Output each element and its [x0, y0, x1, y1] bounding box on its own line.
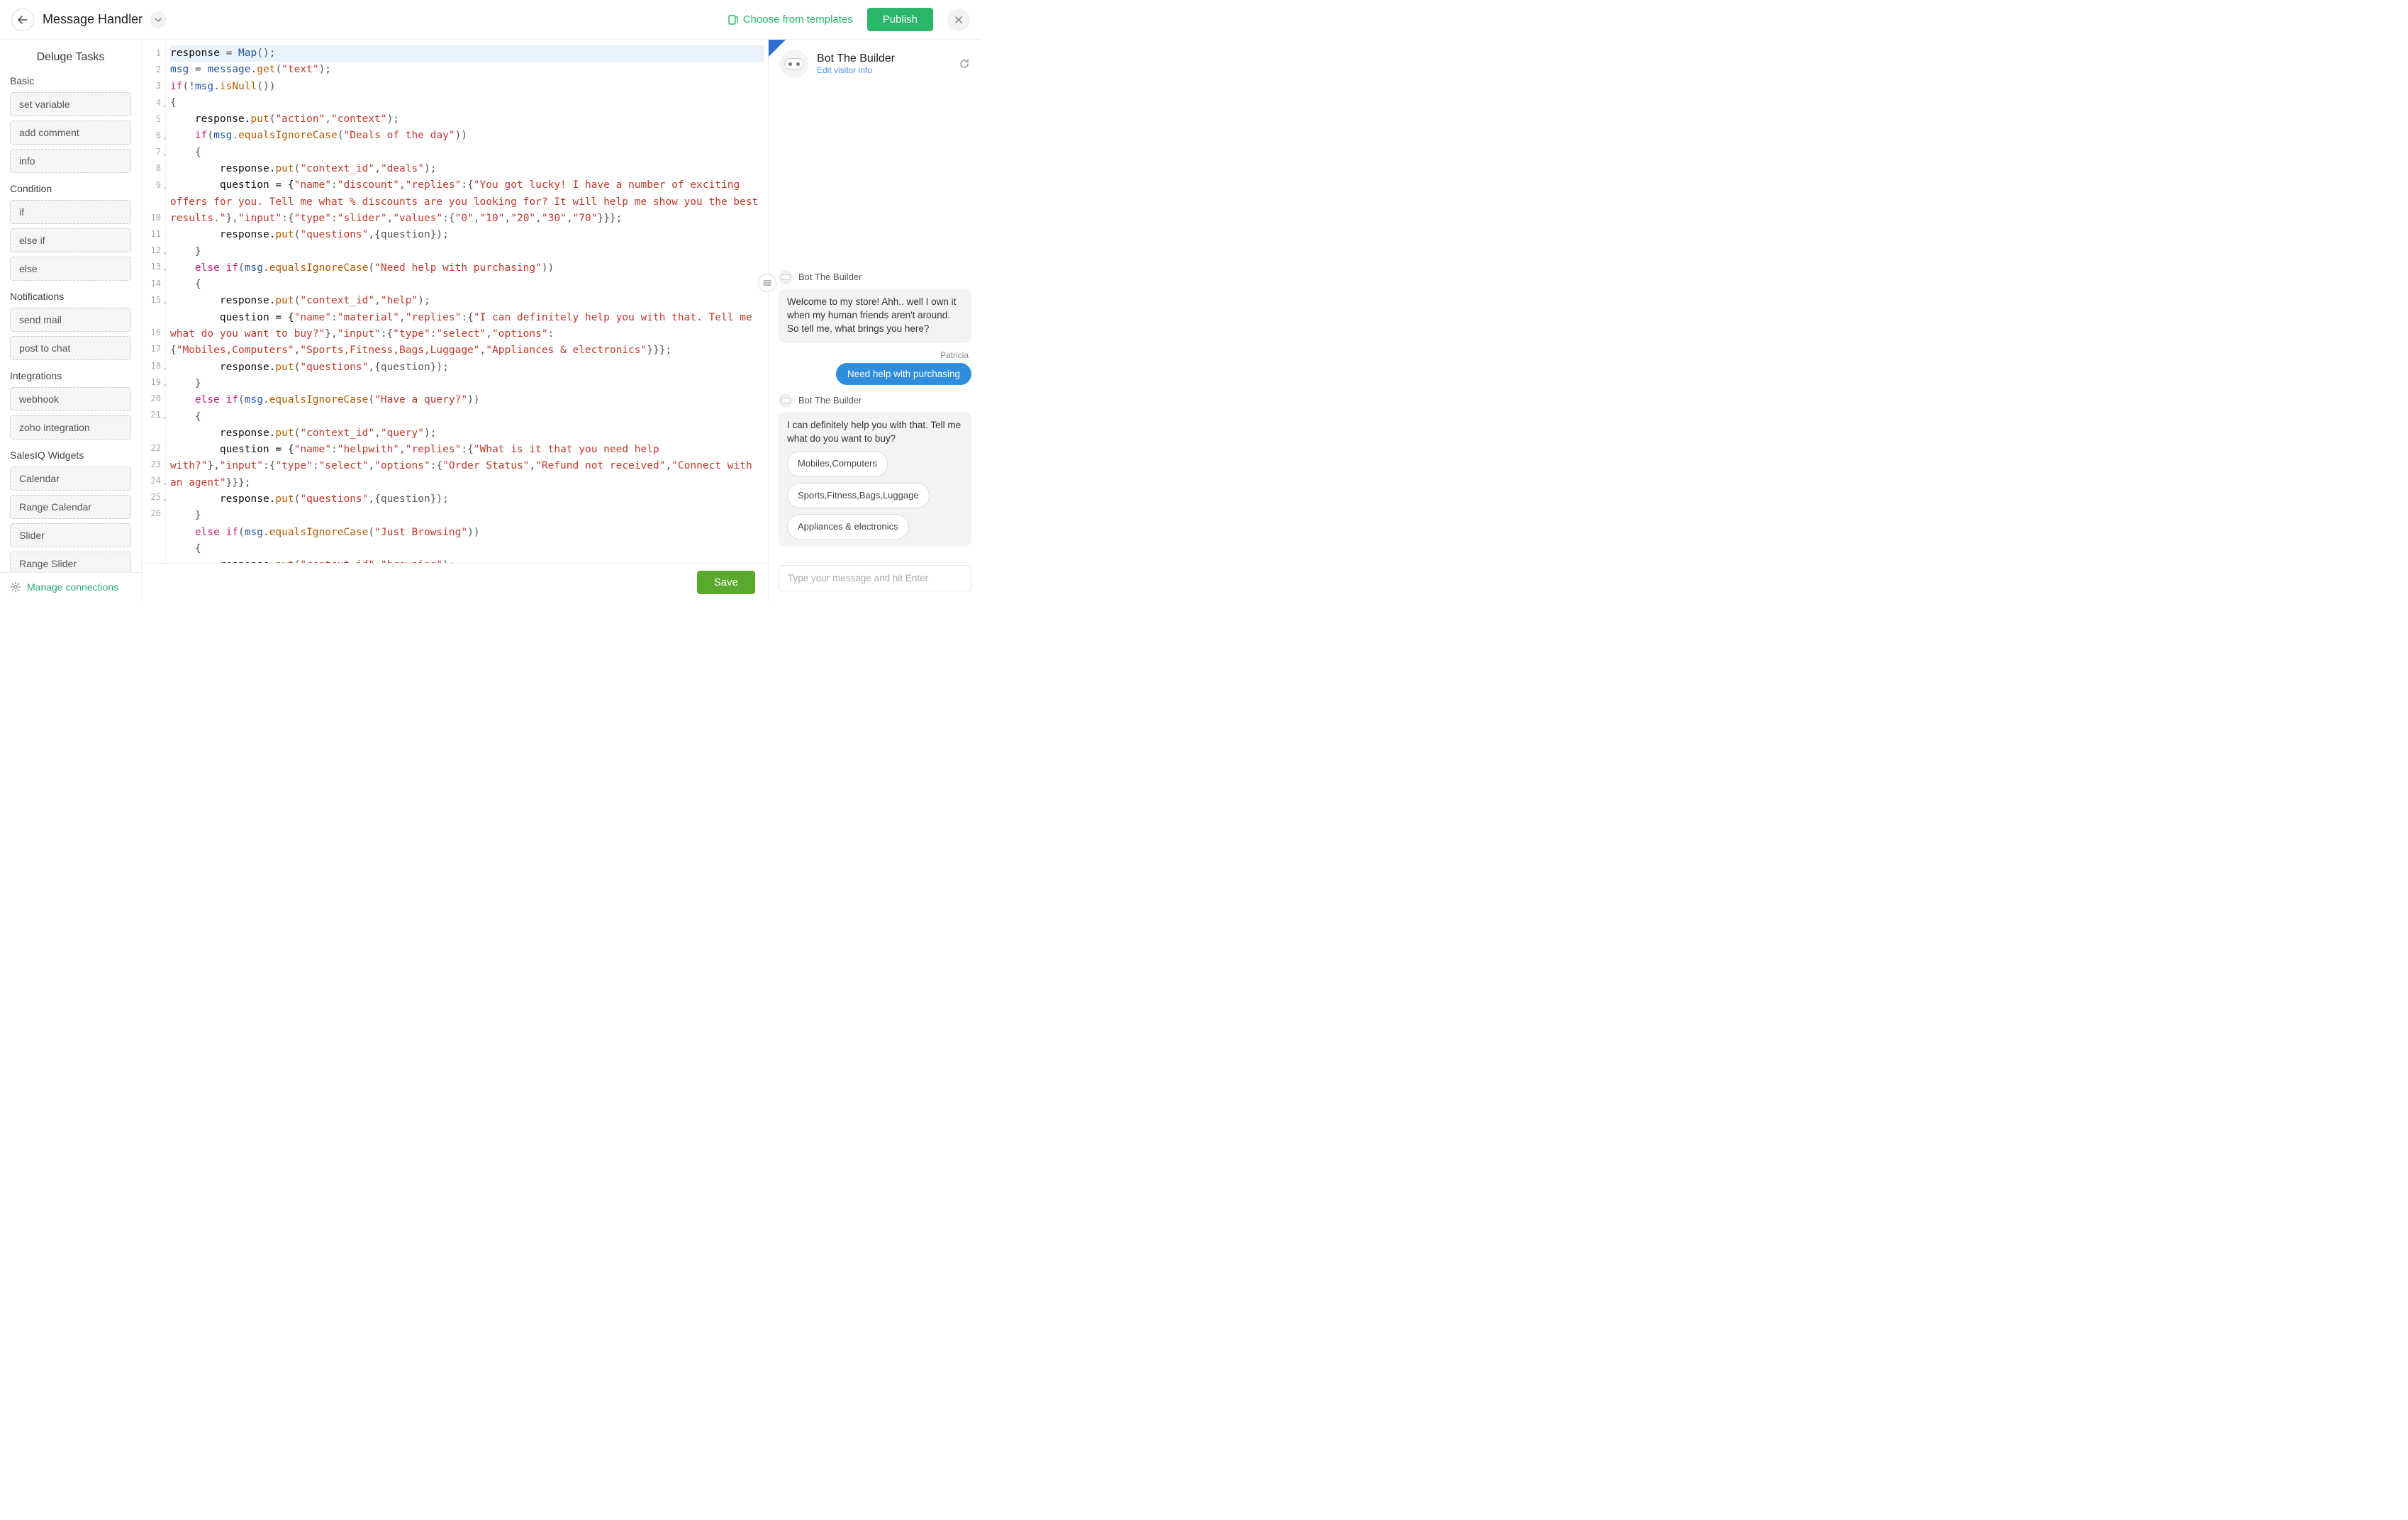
- close-button[interactable]: [947, 9, 970, 31]
- publish-button[interactable]: Publish: [867, 8, 933, 31]
- bot-name: Bot The Builder: [817, 52, 895, 65]
- refresh-button[interactable]: [959, 58, 970, 69]
- gutter: 1234567891011121314151617181920212223242…: [142, 40, 166, 563]
- bot-from-row: Bot The Builder: [779, 270, 971, 284]
- bot-mini-avatar: [779, 270, 793, 284]
- task-item[interactable]: Slider: [10, 523, 131, 547]
- save-button[interactable]: Save: [697, 571, 755, 594]
- bot-avatar: [780, 50, 808, 78]
- close-icon: [954, 16, 963, 24]
- bot-from-row-2: Bot The Builder: [779, 393, 971, 408]
- sidebar-title: Deluge Tasks: [10, 51, 131, 64]
- templates-label: Choose from templates: [743, 13, 853, 26]
- back-button[interactable]: [11, 9, 34, 31]
- header: Message Handler Choose from templates Pu…: [0, 0, 981, 40]
- task-item[interactable]: else: [10, 257, 131, 281]
- task-group-label: Basic: [10, 75, 131, 86]
- code-content[interactable]: response = Map();msg = message.get("text…: [166, 40, 768, 563]
- chevron-down-icon: [155, 18, 162, 22]
- task-group-label: SalesIQ Widgets: [10, 449, 131, 461]
- user-message: Need help with purchasing: [836, 363, 971, 385]
- gear-icon: [10, 581, 21, 593]
- edit-visitor-link[interactable]: Edit visitor info: [817, 65, 895, 75]
- manage-connections[interactable]: Manage connections: [0, 572, 141, 601]
- task-item[interactable]: send mail: [10, 308, 131, 332]
- task-item[interactable]: Range Slider: [10, 552, 131, 572]
- task-group-label: Notifications: [10, 291, 131, 302]
- chat-body: Bot The Builder Welcome to my store! Ahh…: [769, 85, 981, 558]
- bot-mini-avatar: [779, 393, 793, 408]
- task-item[interactable]: add comment: [10, 121, 131, 145]
- menu-icon: [762, 279, 772, 286]
- chat-header: Bot The Builder Edit visitor info: [769, 40, 981, 85]
- task-item[interactable]: Calendar: [10, 466, 131, 491]
- task-item[interactable]: set variable: [10, 92, 131, 116]
- task-item[interactable]: Range Calendar: [10, 495, 131, 519]
- chat-input[interactable]: Type your message and hit Enter: [779, 565, 971, 591]
- task-item[interactable]: if: [10, 200, 131, 224]
- main: Deluge Tasks Basic set variable add commen…: [0, 40, 981, 601]
- templates-icon: [728, 14, 739, 26]
- bot-from-name: Bot The Builder: [798, 272, 862, 282]
- task-group-label: Condition: [10, 183, 131, 194]
- chip[interactable]: Sports,Fitness,Bags,Luggage: [787, 483, 930, 508]
- chat-panel: Bot The Builder Edit visitor info Bot Th…: [769, 40, 981, 601]
- templates-link[interactable]: Choose from templates: [728, 13, 853, 26]
- task-item[interactable]: zoho integration: [10, 415, 131, 440]
- code-editor[interactable]: 1234567891011121314151617181920212223242…: [142, 40, 768, 563]
- save-bar: Save: [142, 563, 768, 601]
- chip[interactable]: Mobiles,Computers: [787, 451, 888, 476]
- task-group-label: Integrations: [10, 370, 131, 381]
- refresh-icon: [959, 58, 970, 69]
- chips-container: Mobiles,Computers Sports,Fitness,Bags,Lug…: [787, 451, 963, 540]
- bot-reply-text: I can definitely help you with that. Tel…: [787, 420, 961, 444]
- panel-toggle[interactable]: [758, 274, 776, 292]
- task-item[interactable]: post to chat: [10, 336, 131, 360]
- page-title: Message Handler: [43, 12, 143, 27]
- chip[interactable]: Appliances & electronics: [787, 514, 909, 540]
- task-item[interactable]: webhook: [10, 387, 131, 411]
- bot-reply-message: I can definitely help you with that. Tel…: [779, 412, 971, 547]
- bot-welcome-message: Welcome to my store! Ahh.. well I own it…: [779, 289, 971, 343]
- title-dropdown[interactable]: [150, 11, 167, 28]
- user-name: Patricia: [781, 350, 969, 360]
- bot-from-name-2: Bot The Builder: [798, 395, 862, 406]
- task-item[interactable]: info: [10, 149, 131, 173]
- task-item[interactable]: else if: [10, 228, 131, 252]
- manage-label: Manage connections: [27, 581, 118, 593]
- sidebar: Deluge Tasks Basic set variable add commen…: [0, 40, 142, 601]
- editor-column: 1234567891011121314151617181920212223242…: [142, 40, 769, 601]
